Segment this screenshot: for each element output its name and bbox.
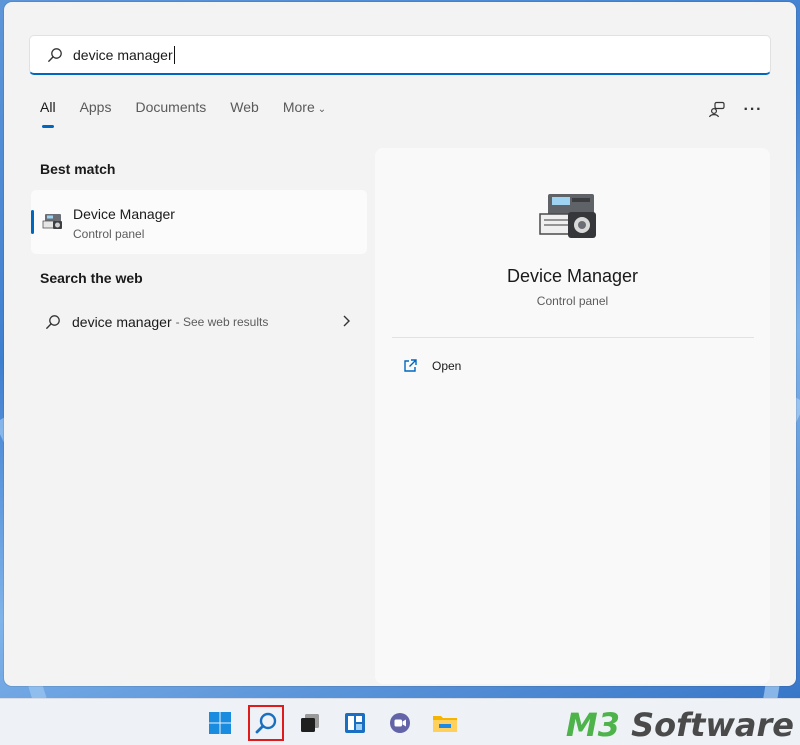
open-action-label: Open (432, 359, 462, 373)
device-manager-icon (42, 214, 62, 229)
taskbar: M3 Software (0, 698, 800, 745)
best-match-result[interactable]: Device Manager Control panel (31, 190, 367, 254)
tab-documents[interactable]: Documents (135, 99, 206, 115)
open-action[interactable]: Open (402, 358, 461, 374)
tab-apps[interactable]: Apps (80, 99, 112, 115)
header-actions: ··· (691, 100, 763, 120)
m3-software-watermark: M3 Software (566, 706, 794, 744)
divider (392, 337, 754, 338)
device-manager-large-icon (539, 194, 596, 238)
selection-indicator (31, 210, 34, 234)
account-switch-icon[interactable] (707, 100, 727, 120)
chevron-down-icon: ⌄ (317, 104, 327, 115)
web-search-result[interactable]: device manager - See web results (31, 304, 367, 340)
task-view-icon[interactable] (296, 709, 324, 737)
web-result-query: device manager (72, 314, 172, 330)
best-match-subtitle: Control panel (73, 227, 145, 241)
chevron-right-icon (343, 315, 350, 327)
tab-more[interactable]: More ⌄ (283, 99, 326, 115)
start-search-panel: device manager All Apps Documents Web Mo… (4, 2, 796, 686)
text-caret (173, 45, 175, 64)
widgets-icon[interactable] (341, 709, 369, 737)
best-match-heading: Best match (40, 161, 116, 177)
search-icon (46, 315, 60, 329)
search-web-heading: Search the web (40, 270, 143, 286)
search-icon (48, 47, 62, 62)
start-icon[interactable] (206, 709, 234, 737)
preview-title: Device Manager (506, 266, 639, 286)
preview-subtitle: Control panel (536, 294, 609, 308)
tab-more-label: More (282, 99, 315, 115)
teams-chat-icon[interactable] (386, 709, 414, 737)
tab-all[interactable]: All (40, 99, 56, 128)
open-external-icon (404, 359, 417, 372)
search-icon[interactable] (252, 709, 280, 737)
best-match-title: Device Manager (73, 206, 175, 222)
watermark-product: Software (631, 706, 794, 744)
web-result-suffix: - See web results (175, 315, 269, 329)
file-explorer-icon[interactable] (431, 709, 459, 737)
result-preview-pane: Device Manager Control panel Open (375, 148, 770, 684)
watermark-brand: M3 (565, 706, 620, 744)
search-query-text: device manager (73, 45, 175, 64)
search-input[interactable]: device manager (29, 35, 771, 75)
more-options-icon[interactable]: ··· (743, 100, 763, 120)
tab-web[interactable]: Web (230, 99, 259, 115)
filter-tabs: All Apps Documents Web More ⌄ (40, 99, 350, 133)
